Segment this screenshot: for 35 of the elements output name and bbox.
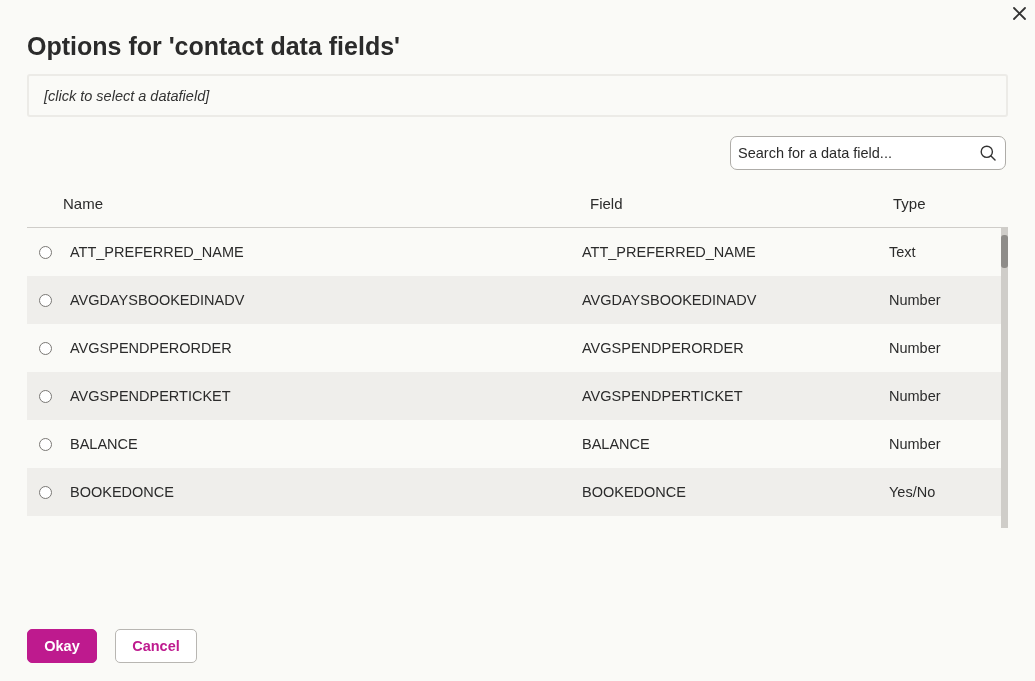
column-header: Type [893, 195, 926, 212]
table-cell: AVGSPENDPERTICKET [70, 388, 231, 404]
radio-button[interactable] [39, 389, 52, 403]
table-cell: AVGSPENDPERORDER [582, 340, 744, 356]
search-field[interactable]: Search for a data field... [730, 136, 1006, 170]
dialog-title: Options for 'contact data fields' [27, 31, 401, 62]
table-cell: Text [889, 244, 916, 260]
table-cell: Number [889, 436, 941, 452]
selected-field-display[interactable]: [click to select a datafield] [27, 74, 1008, 117]
column-header: Name [63, 195, 103, 212]
table-cell: AVGSPENDPERTICKET [582, 388, 743, 404]
cancel-button[interactable]: Cancel [115, 629, 197, 663]
table-cell: Number [889, 292, 941, 308]
table-cell: AVGDAYSBOOKEDINADV [70, 292, 245, 308]
radio-button[interactable] [39, 341, 52, 355]
table-cell: BALANCE [582, 436, 650, 452]
radio-button[interactable] [39, 293, 52, 307]
table-cell: ATT_PREFERRED_NAME [582, 244, 756, 260]
okay-button[interactable]: Okay [27, 629, 97, 663]
table-cell: Yes/No [889, 484, 936, 500]
table-cell: BALANCE [70, 436, 138, 452]
radio-button[interactable] [39, 485, 52, 499]
table-cell: BOOKEDONCE [70, 484, 174, 500]
table-cell: Number [889, 388, 941, 404]
close-icon [1012, 6, 1026, 20]
search-icon [980, 145, 996, 161]
scrollbar[interactable] [1001, 228, 1008, 528]
radio-button[interactable] [39, 245, 52, 259]
table-cell: Number [889, 340, 941, 356]
table-cell: AVGSPENDPERORDER [70, 340, 232, 356]
radio-button[interactable] [39, 437, 52, 451]
table-cell: AVGDAYSBOOKEDINADV [582, 292, 757, 308]
table-cell: BOOKEDONCE [582, 484, 686, 500]
column-header: Field [590, 195, 623, 212]
table-cell: ATT_PREFERRED_NAME [70, 244, 244, 260]
